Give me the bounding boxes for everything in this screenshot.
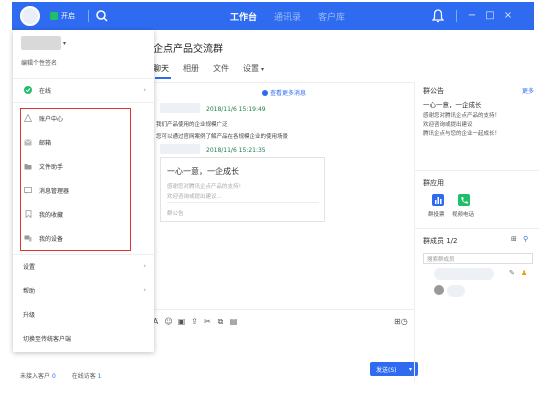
online-label: 在线访客	[71, 373, 96, 380]
bell-icon[interactable]	[432, 9, 444, 23]
sender-avatar	[160, 144, 200, 154]
close-button[interactable]: ×	[502, 9, 514, 23]
apps-title: 群应用	[423, 179, 444, 187]
scissors-icon[interactable]: ✂	[203, 317, 212, 326]
divider	[88, 10, 89, 22]
announcement-title: 群公告	[423, 87, 444, 95]
announcement-headline: 一心一意，一企成长	[423, 101, 482, 109]
announcement-card[interactable]: 一心一意，一企成长 感谢您对腾讯企点产品的支持！ 欢迎咨询或提出建议... 群公…	[160, 157, 325, 222]
top-bar: 开启 工作台 通讯录 客户库 − □ ×	[12, 2, 534, 30]
app-label: 群投票	[428, 212, 445, 218]
avatar[interactable]	[434, 285, 444, 295]
member-item[interactable]	[434, 268, 494, 280]
screenshot-icon[interactable]: ⧉	[216, 317, 225, 326]
highlight-box	[20, 108, 131, 251]
divider	[456, 10, 457, 22]
tab-customers[interactable]: 客户库	[318, 10, 345, 23]
add-member-icon[interactable]: ⊞	[511, 235, 517, 243]
upload-icon[interactable]: ⇪	[190, 317, 199, 326]
chevron-down-icon[interactable]: ▾	[63, 40, 66, 47]
divider	[13, 102, 154, 103]
divider	[148, 82, 414, 83]
signature-field[interactable]: 编辑个性签名	[21, 58, 57, 67]
message-line: 您可以通过官网案例了解产品在各规模企业的使用场景	[156, 134, 289, 140]
chevron-right-icon: ›	[143, 262, 146, 270]
online-count[interactable]: 1	[98, 373, 102, 380]
announcement-line: 感谢您对腾讯企点产品的支持！	[423, 113, 501, 119]
chat-title: 企点产品交流群	[153, 44, 223, 55]
announcement-more-link[interactable]: 更多	[522, 86, 534, 95]
announcement-line: 腾讯企点与您的企业一起成长！	[423, 131, 501, 137]
card-title: 一心一意，一企成长	[167, 167, 239, 176]
status-bar: 未接入客户 0 在线访客 1	[20, 371, 101, 380]
member-search-input[interactable]: 搜索群成员	[423, 253, 533, 264]
chevron-right-icon: ›	[143, 286, 146, 294]
open-label: 开启	[61, 12, 75, 20]
member-item[interactable]	[447, 285, 465, 297]
unconnected-count[interactable]: 0	[52, 373, 56, 380]
image-icon[interactable]: ▣	[177, 317, 186, 326]
profile-menu: ▾ 编辑个性签名 在线 › 账户中心 邮箱 文件助手 消息管理器 我的收藏 我的…	[13, 30, 154, 352]
menu-item-online-status[interactable]: 在线 ›	[13, 80, 154, 100]
tab-workbench[interactable]: 工作台	[230, 10, 257, 23]
online-status-icon	[23, 85, 33, 95]
chevron-right-icon: ›	[143, 86, 146, 94]
divider	[13, 78, 154, 79]
tab-settings[interactable]: 设置	[243, 64, 259, 73]
unconnected-label: 未接入客户	[20, 373, 51, 380]
app-label: 视频电话	[452, 212, 475, 218]
video-call-icon[interactable]	[458, 194, 470, 206]
card-line: 欢迎咨询或提出建议...	[167, 194, 222, 200]
members-title: 群成员 1/2	[423, 237, 458, 245]
active-tab-indicator	[155, 77, 171, 79]
menu-item-help[interactable]: 帮助 ›	[13, 280, 154, 300]
divider	[414, 82, 415, 382]
divider	[414, 228, 539, 229]
chevron-down-icon: ▾	[261, 66, 265, 73]
card-footer: 群公告	[167, 211, 184, 217]
profile-name	[21, 36, 61, 50]
clock-icon	[262, 89, 268, 96]
search-icon[interactable]: ⚲	[523, 235, 528, 243]
card-line: 感谢您对腾讯企点产品的支持！	[167, 184, 245, 190]
minimize-button[interactable]: −	[466, 9, 478, 23]
message-timestamp: 2018/11/6 15:21:35	[206, 147, 266, 154]
menu-item-settings[interactable]: 设置 ›	[13, 256, 154, 276]
sender-avatar	[160, 103, 200, 113]
search-icon[interactable]	[96, 9, 108, 23]
edit-icon[interactable]: ✎	[509, 269, 515, 277]
message-timestamp: 2018/11/6 15:19:49	[206, 106, 266, 113]
tab-chat[interactable]: 聊天	[153, 64, 169, 73]
tab-contacts[interactable]: 通讯录	[274, 10, 301, 23]
message-line: 我们产品使用的企业规模广泛	[156, 122, 228, 128]
maximize-button[interactable]: □	[484, 9, 496, 23]
avatar[interactable]	[20, 6, 40, 26]
toggle-icon	[50, 12, 58, 20]
announcement-line: 欢迎咨询或提出建议	[423, 122, 473, 128]
vote-icon[interactable]	[432, 194, 444, 206]
divider	[414, 170, 539, 171]
tab-album[interactable]: 相册	[183, 64, 199, 73]
divider	[167, 202, 319, 203]
input-toolbar: A ☺ ▣ ⇪ ✂ ⧉ ▤	[151, 317, 238, 327]
more-messages-link[interactable]: 查看更多消息	[262, 88, 306, 97]
tab-files[interactable]: 文件	[213, 64, 229, 73]
emoji-icon[interactable]: ☺	[164, 317, 173, 326]
chat-tabs: 聊天 相册 文件 设置 ▾	[153, 63, 278, 74]
chevron-down-icon[interactable]: ▾	[409, 366, 412, 373]
history-icon[interactable]: ⊞◷	[394, 317, 408, 326]
send-button[interactable]: 发送(S) ▾	[370, 362, 418, 376]
divider	[148, 309, 414, 310]
menu-item-switch-client[interactable]: 切换至传统客户端	[13, 328, 154, 348]
more-icon[interactable]: ▤	[229, 317, 238, 326]
divider	[13, 254, 154, 255]
menu-item-upgrade[interactable]: 升级	[13, 304, 154, 324]
user-icon: ♟	[521, 269, 528, 277]
open-toggle[interactable]: 开启	[50, 11, 75, 21]
